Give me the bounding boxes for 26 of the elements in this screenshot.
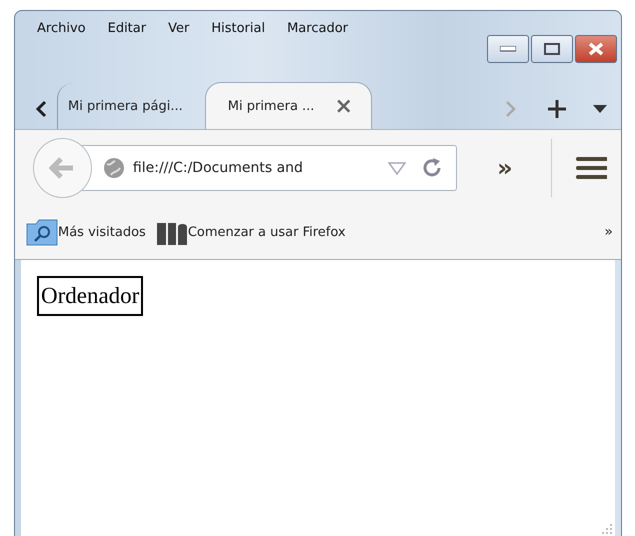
maximize-button[interactable] (531, 35, 573, 63)
tab[interactable]: Mi primera ... × (204, 82, 372, 129)
minimize-button[interactable] (487, 35, 529, 63)
menu-item[interactable]: Marcador (287, 21, 348, 59)
maximize-icon (544, 43, 560, 55)
globe-icon (102, 156, 125, 178)
chevron-left-icon[interactable] (35, 100, 47, 118)
bookmark-item[interactable]: Comenzar a usar Firefox (156, 219, 346, 245)
menu-icon[interactable] (576, 156, 607, 180)
menu-item[interactable]: Editar (108, 21, 146, 59)
folder-icon (26, 218, 58, 246)
caret-down-icon[interactable] (593, 105, 607, 113)
minimize-icon (500, 46, 516, 52)
bookmark-item[interactable]: Más visitados (26, 218, 146, 246)
bookmarks-overflow-button[interactable]: » (604, 224, 613, 240)
menu-item[interactable]: Archivo (37, 21, 86, 59)
close-tab-button[interactable]: × (334, 94, 353, 118)
close-icon (587, 42, 605, 56)
close-button[interactable] (575, 35, 617, 63)
menu-item[interactable]: Historial (211, 21, 266, 59)
menu-item[interactable]: Ver (168, 21, 190, 59)
overflow-button[interactable]: » (497, 154, 513, 182)
content-text: Ordenador (37, 276, 144, 316)
resize-grip-icon[interactable] (601, 523, 613, 535)
back-arrow-icon (49, 156, 76, 178)
plus-icon[interactable] (547, 99, 567, 119)
